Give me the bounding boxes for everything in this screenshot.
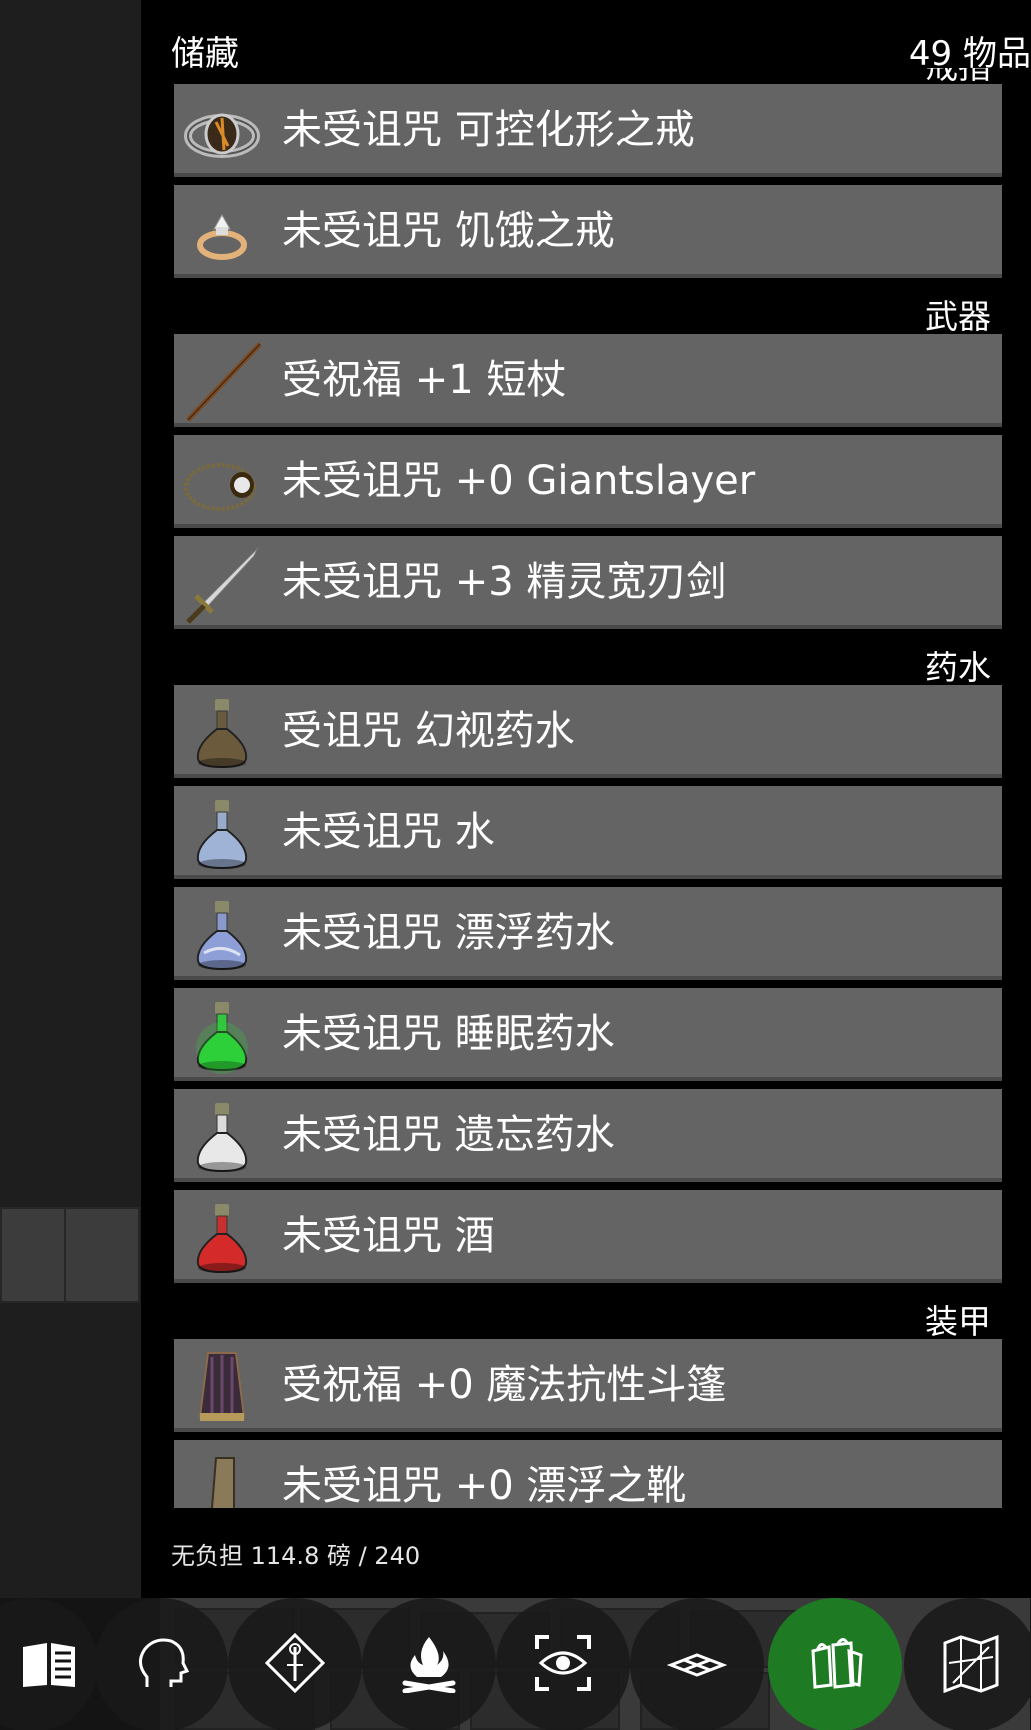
inventory-bags-icon [805,1633,865,1697]
inventory-item[interactable]: 未受诅咒 饥饿之戒 [174,185,1002,278]
inventory-item[interactable]: 未受诅咒 睡眠药水 [174,988,1002,1081]
toolbar-button-character-head[interactable] [94,1598,228,1730]
item-label: 未受诅咒 遗忘药水 [282,1112,615,1158]
white-potion-icon [182,1097,262,1177]
green-potion-icon [182,996,262,1076]
inventory-item[interactable]: 受诅咒 幻视药水 [174,685,1002,778]
toolbar-button-skills-diamond[interactable] [228,1598,362,1730]
bottom-toolbar [0,1598,1031,1730]
item-label: 未受诅咒 +3 精灵宽刃剑 [282,559,727,605]
inventory-list[interactable]: 戒指 未受诅咒 可控化形之戒 未受诅咒 饥饿之戒武器 受祝福 +1 短杖 未受诅… [141,68,1031,1508]
inventory-item[interactable]: 未受诅咒 可控化形之戒 [174,84,1002,177]
character-head-icon [131,1633,191,1697]
item-label: 受诅咒 幻视药水 [282,708,575,754]
toolbar-button-map[interactable] [904,1598,1031,1730]
eye-ring-icon [182,92,262,172]
category-header: 药水 [925,648,991,687]
sling-icon [182,443,262,523]
inventory-item[interactable]: 受祝福 +1 短杖 [174,334,1002,427]
sword-icon [182,544,262,624]
dungeon-view [0,0,141,1600]
spellbook-icon [19,1633,79,1697]
boots-icon [182,1448,262,1508]
toolbar-button-campfire[interactable] [362,1598,496,1730]
item-label: 未受诅咒 饥饿之戒 [282,208,615,254]
item-label: 未受诅咒 +0 Giantslayer [282,458,756,504]
swirl-potion-icon [182,895,262,975]
gem-ring-icon [182,193,262,273]
inventory-item[interactable]: 未受诅咒 水 [174,786,1002,879]
category-header: 装甲 [925,1302,991,1341]
floor-tiles-icon [666,1633,728,1697]
inventory-panel: 储藏 49 物品 戒指 未受诅咒 可控化形之戒 未受诅咒 饥饿之戒武器 受祝福 … [141,0,1031,1598]
toolbar-button-look-eye[interactable] [496,1598,630,1730]
item-label: 未受诅咒 水 [282,809,495,855]
item-label: 未受诅咒 酒 [282,1213,495,1259]
brown-potion-icon [182,693,262,773]
inventory-item[interactable]: 未受诅咒 +0 Giantslayer [174,435,1002,528]
wall-tile [0,1207,66,1303]
item-label: 未受诅咒 睡眠药水 [282,1011,615,1057]
look-eye-icon [533,1633,593,1697]
red-potion-icon [182,1198,262,1278]
wall-tile [64,1207,140,1303]
toolbar-button-spellbook[interactable] [0,1598,98,1730]
inventory-item[interactable]: 未受诅咒 漂浮药水 [174,887,1002,980]
toolbar-button-floor-tiles[interactable] [630,1598,764,1730]
cloak-icon [182,1347,262,1427]
campfire-icon [399,1633,459,1697]
item-label: 未受诅咒 漂浮药水 [282,910,615,956]
staff-icon [182,342,262,422]
inventory-item[interactable]: 未受诅咒 +0 漂浮之靴 [174,1440,1002,1508]
category-header: 武器 [925,297,991,336]
burden-status: 无负担 114.8 磅 / 240 [171,1542,421,1570]
inventory-item[interactable]: 未受诅咒 +3 精灵宽刃剑 [174,536,1002,629]
water-potion-icon [182,794,262,874]
item-label: 受祝福 +1 短杖 [282,357,567,403]
item-label: 未受诅咒 +0 漂浮之靴 [282,1463,687,1508]
skills-diamond-icon [264,1632,326,1697]
item-label: 未受诅咒 可控化形之戒 [282,107,695,153]
item-label: 受祝福 +0 魔法抗性斗篷 [282,1362,727,1408]
inventory-item[interactable]: 未受诅咒 酒 [174,1190,1002,1283]
inventory-item[interactable]: 未受诅咒 遗忘药水 [174,1089,1002,1182]
inventory-item[interactable]: 受祝福 +0 魔法抗性斗篷 [174,1339,1002,1432]
toolbar-button-inventory-bags[interactable] [768,1598,902,1730]
map-icon [941,1633,1001,1697]
